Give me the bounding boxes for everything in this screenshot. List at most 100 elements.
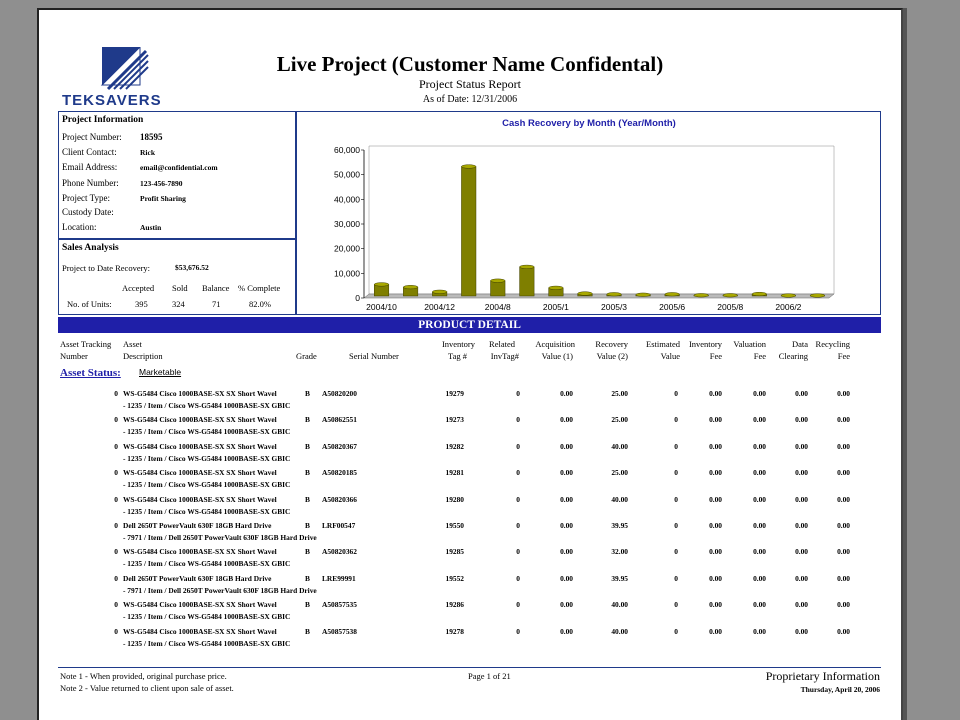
chart-bar xyxy=(432,289,448,297)
asset-recy: 0.00 xyxy=(837,547,850,557)
asset-serial: A50862551 xyxy=(322,415,357,425)
x-tick-label: 2006/2 xyxy=(775,302,801,312)
asset-acq: 0.00 xyxy=(560,389,573,398)
asset-data: 0.00 xyxy=(795,626,808,636)
project-type-row: Project Type: Profit Sharing xyxy=(62,193,186,203)
custody-date-row: Custody Date: xyxy=(62,207,114,217)
asset-inv: 0.00 xyxy=(709,600,722,610)
y-tick-label: 20,000 xyxy=(334,244,360,254)
footer-date: Thursday, April 20, 2006 xyxy=(800,685,880,694)
asset-tag: 19550 xyxy=(445,520,464,530)
header-estimated-value: Value xyxy=(660,351,680,361)
asset-est: 0 xyxy=(674,494,678,504)
asset-rec: 40.00 xyxy=(611,600,628,610)
asset-acq: 0.00 xyxy=(560,468,573,478)
asset-recy: 0.00 xyxy=(837,468,850,478)
asset-row: 0 WS-G5484 Cisco 1000BASE-SX SX Short Wav… xyxy=(0,413,960,439)
asset-est: 0 xyxy=(674,415,678,425)
asset-rec: 39.95 xyxy=(611,520,628,530)
asset-row: 0 WS-G5484 Cisco 1000BASE-SX SX Short Wav… xyxy=(0,440,960,466)
asset-recy: 0.00 xyxy=(837,441,850,451)
asset-valf: 0.00 xyxy=(753,415,766,425)
asset-tag: 19273 xyxy=(445,415,464,425)
asset-tag: 19281 xyxy=(445,468,464,478)
asset-inv: 0.00 xyxy=(709,520,722,530)
complete-value: 82.0% xyxy=(249,299,271,309)
asset-status-label: Asset Status: xyxy=(60,367,121,379)
asset-tag: 19552 xyxy=(445,573,464,583)
header-number: Number xyxy=(60,351,88,361)
chart-title: Cash Recovery by Month (Year/Month) xyxy=(502,118,676,129)
asset-data: 0.00 xyxy=(795,468,808,478)
y-tick-label: 0 xyxy=(355,293,360,303)
asset-valf: 0.00 xyxy=(753,573,766,583)
asset-row: 0 WS-G5484 Cisco 1000BASE-SX SX Short Wav… xyxy=(0,625,960,651)
asset-valf: 0.00 xyxy=(753,441,766,451)
chart-bar xyxy=(809,293,825,298)
y-tick-label: 60,000 xyxy=(334,145,360,155)
chart-bar xyxy=(374,282,390,297)
asset-est: 0 xyxy=(674,441,678,451)
chart-bar xyxy=(577,291,593,297)
asset-valf: 0.00 xyxy=(753,389,766,398)
asset-num: 0 xyxy=(114,547,118,557)
asset-num: 0 xyxy=(114,494,118,504)
header-clearing: Clearing xyxy=(778,351,808,361)
asset-desc: WS-G5484 Cisco 1000BASE-SX SX Short Wave… xyxy=(123,468,277,478)
asset-num: 0 xyxy=(114,600,118,610)
asset-data: 0.00 xyxy=(795,494,808,504)
asset-grade: B xyxy=(305,415,310,425)
asset-tag: 19279 xyxy=(445,389,464,398)
sales-analysis-box: Sales Analysis Project to Date Recovery:… xyxy=(58,239,296,315)
asset-row: 0 WS-G5484 Cisco 1000BASE-SX SX Short Wav… xyxy=(0,387,960,413)
asset-status-value: Marketable xyxy=(139,367,182,377)
header-inventory-fee-b: Fee xyxy=(709,351,722,361)
asset-rel: 0 xyxy=(516,415,520,425)
asset-sub-description: - 1235 / Item / Cisco WS-G5484 1000BASE-… xyxy=(123,480,291,490)
asset-est: 0 xyxy=(674,520,678,530)
header-acquisition-value: Value (1) xyxy=(541,351,573,361)
asset-recy: 0.00 xyxy=(837,389,850,398)
logo-text: TEKSAVERS xyxy=(62,92,162,109)
asset-rec: 25.00 xyxy=(611,415,628,425)
header-valuation-fee: Fee xyxy=(753,351,766,361)
asset-grade: B xyxy=(305,494,310,504)
asset-sub-description: - 1235 / Item / Cisco WS-G5484 1000BASE-… xyxy=(123,427,291,437)
asset-rel: 0 xyxy=(516,547,520,557)
x-tick-label: 2005/6 xyxy=(659,302,685,312)
asset-row: 0 Dell 2650T PowerVault 630F 18GB Hard Dr… xyxy=(0,519,960,545)
asset-num: 0 xyxy=(114,573,118,583)
asset-serial: A50857538 xyxy=(322,626,357,636)
asset-inv: 0.00 xyxy=(709,415,722,425)
asset-desc: WS-G5484 Cisco 1000BASE-SX SX Short Wave… xyxy=(123,494,277,504)
asset-acq: 0.00 xyxy=(560,441,573,451)
asset-inv: 0.00 xyxy=(709,626,722,636)
chart-bar xyxy=(606,292,622,297)
header-data: Data xyxy=(791,339,808,349)
client-contact-row: Client Contact: Rick xyxy=(62,147,155,157)
asset-serial: A50857535 xyxy=(322,600,357,610)
asset-list: 0 WS-G5484 Cisco 1000BASE-SX SX Short Wav… xyxy=(0,387,960,651)
asset-grade: B xyxy=(305,389,310,398)
asset-tag: 19280 xyxy=(445,494,464,504)
chart-plot-area xyxy=(368,145,835,295)
y-tick-label: 10,000 xyxy=(334,268,360,278)
asset-valf: 0.00 xyxy=(753,626,766,636)
footer-note-2: Note 2 - Value returned to client upon s… xyxy=(60,683,234,693)
page-number: Page 1 of 21 xyxy=(468,671,511,681)
asset-acq: 0.00 xyxy=(560,626,573,636)
header-recycling: Recycling xyxy=(815,339,850,349)
project-number-row: Project Number: 18595 xyxy=(62,132,163,142)
asset-valf: 0.00 xyxy=(753,468,766,478)
header-estimated: Estimated xyxy=(646,339,680,349)
asset-acq: 0.00 xyxy=(560,494,573,504)
header-inventory-fee-a: Inventory xyxy=(688,339,722,349)
report-subtitle: Project Status Report xyxy=(419,77,521,91)
balance-value: 71 xyxy=(212,299,221,309)
header-recovery-value: Value (2) xyxy=(596,351,628,361)
col-sold: Sold xyxy=(172,283,188,293)
header-asset-tracking: Asset Tracking xyxy=(60,339,112,349)
asset-acq: 0.00 xyxy=(560,547,573,557)
cash-recovery-chart-box: Cash Recovery by Month (Year/Month) 0 10,… xyxy=(296,111,881,315)
cash-recovery-chart: Cash Recovery by Month (Year/Month) 0 10,… xyxy=(334,118,835,312)
